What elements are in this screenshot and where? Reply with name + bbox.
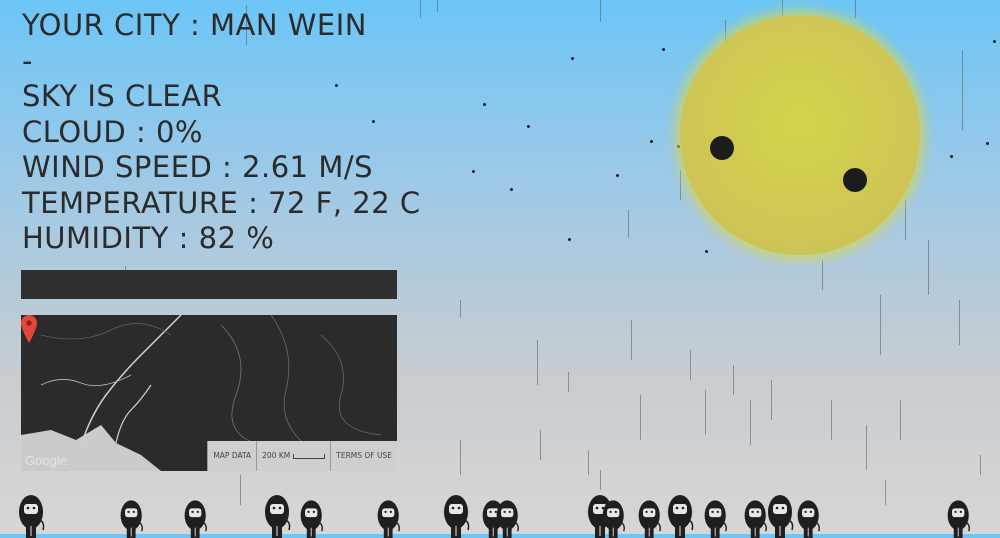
bearded-person-icon [704, 500, 727, 538]
google-logo[interactable]: Google [25, 453, 67, 468]
rain-drop [628, 210, 629, 238]
rain-drop [680, 170, 681, 200]
rain-drop [537, 340, 538, 385]
sky-condition: SKY IS CLEAR [22, 79, 223, 113]
map-data-link[interactable]: MAP DATA [207, 441, 257, 471]
rain-drop [855, 0, 856, 18]
particle [472, 170, 475, 173]
bearded-person-icon [768, 495, 794, 538]
particle [986, 142, 989, 145]
rain-drop [831, 400, 832, 440]
sun-right-eye [843, 168, 867, 192]
bearded-person-icon [797, 500, 820, 538]
bearded-person-icon [120, 500, 143, 538]
bearded-person-icon [638, 500, 661, 538]
rain-drop [959, 300, 960, 345]
particle [993, 40, 996, 43]
humidity: HUMIDITY : 82 % [22, 221, 275, 255]
rain-drop [600, 0, 601, 22]
sun-left-eye [710, 136, 734, 160]
bearded-person-icon [668, 495, 694, 538]
particle [571, 57, 574, 60]
map-scale: 200 KM [256, 441, 331, 471]
search-bar[interactable] [21, 270, 397, 299]
rain-drop [631, 320, 632, 360]
separator: - [22, 43, 33, 78]
rain-drop [905, 200, 906, 240]
rain-drop [866, 425, 867, 470]
particle [527, 125, 530, 128]
particle [568, 238, 571, 241]
rain-drop [962, 50, 963, 130]
terms-link[interactable]: TERMS OF USE [330, 441, 397, 471]
bearded-person-icon [444, 495, 470, 538]
particle [483, 103, 486, 106]
bearded-person-icon [300, 500, 323, 538]
bearded-person-icon [947, 500, 970, 538]
particle [650, 140, 653, 143]
temperature: TEMPERATURE : 72 F, 22 C [22, 185, 421, 220]
bearded-person-icon [184, 500, 207, 538]
rain-drop [568, 372, 569, 392]
bearded-person-icon [19, 495, 45, 538]
location-pin-icon[interactable] [21, 315, 37, 343]
rain-drop [437, 0, 438, 12]
particle [662, 48, 665, 51]
weather-info: YOUR CITY : MAN WEIN - SKY IS CLEAR CLOU… [22, 8, 421, 257]
particle [616, 174, 619, 177]
rain-drop [640, 395, 641, 440]
rain-drop [900, 400, 901, 440]
bearded-person-icon [602, 500, 625, 538]
map-widget[interactable]: Google MAP DATA 200 KM TERMS OF USE [21, 315, 397, 471]
scale-bar [293, 453, 326, 459]
rain-drop [460, 300, 461, 318]
particle [510, 188, 513, 191]
rain-drop [822, 260, 823, 290]
map-footer: MAP DATA 200 KM TERMS OF USE [207, 441, 397, 471]
rain-drop [588, 450, 589, 475]
rain-drop [540, 430, 541, 460]
scale-label: 200 KM [262, 451, 291, 460]
city-line: YOUR CITY : MAN WEIN [22, 8, 368, 42]
rain-drop [750, 400, 751, 445]
rain-drop [460, 440, 461, 475]
rain-drop [690, 350, 691, 380]
cloud-value: CLOUD : 0% [22, 114, 203, 149]
bearded-person-icon [496, 500, 519, 538]
rain-drop [880, 295, 881, 355]
rain-drop [733, 365, 734, 395]
particle [950, 155, 953, 158]
rain-drop [980, 455, 981, 475]
bearded-person-icon [377, 500, 400, 538]
bearded-person-icon [265, 495, 291, 538]
rain-drop [771, 380, 772, 420]
rain-drop [928, 240, 929, 295]
wind-speed: WIND SPEED : 2.61 M/S [22, 150, 374, 184]
sun-face [680, 15, 920, 255]
rain-drop [705, 390, 706, 435]
particle [705, 250, 708, 253]
people-row [0, 486, 1000, 538]
